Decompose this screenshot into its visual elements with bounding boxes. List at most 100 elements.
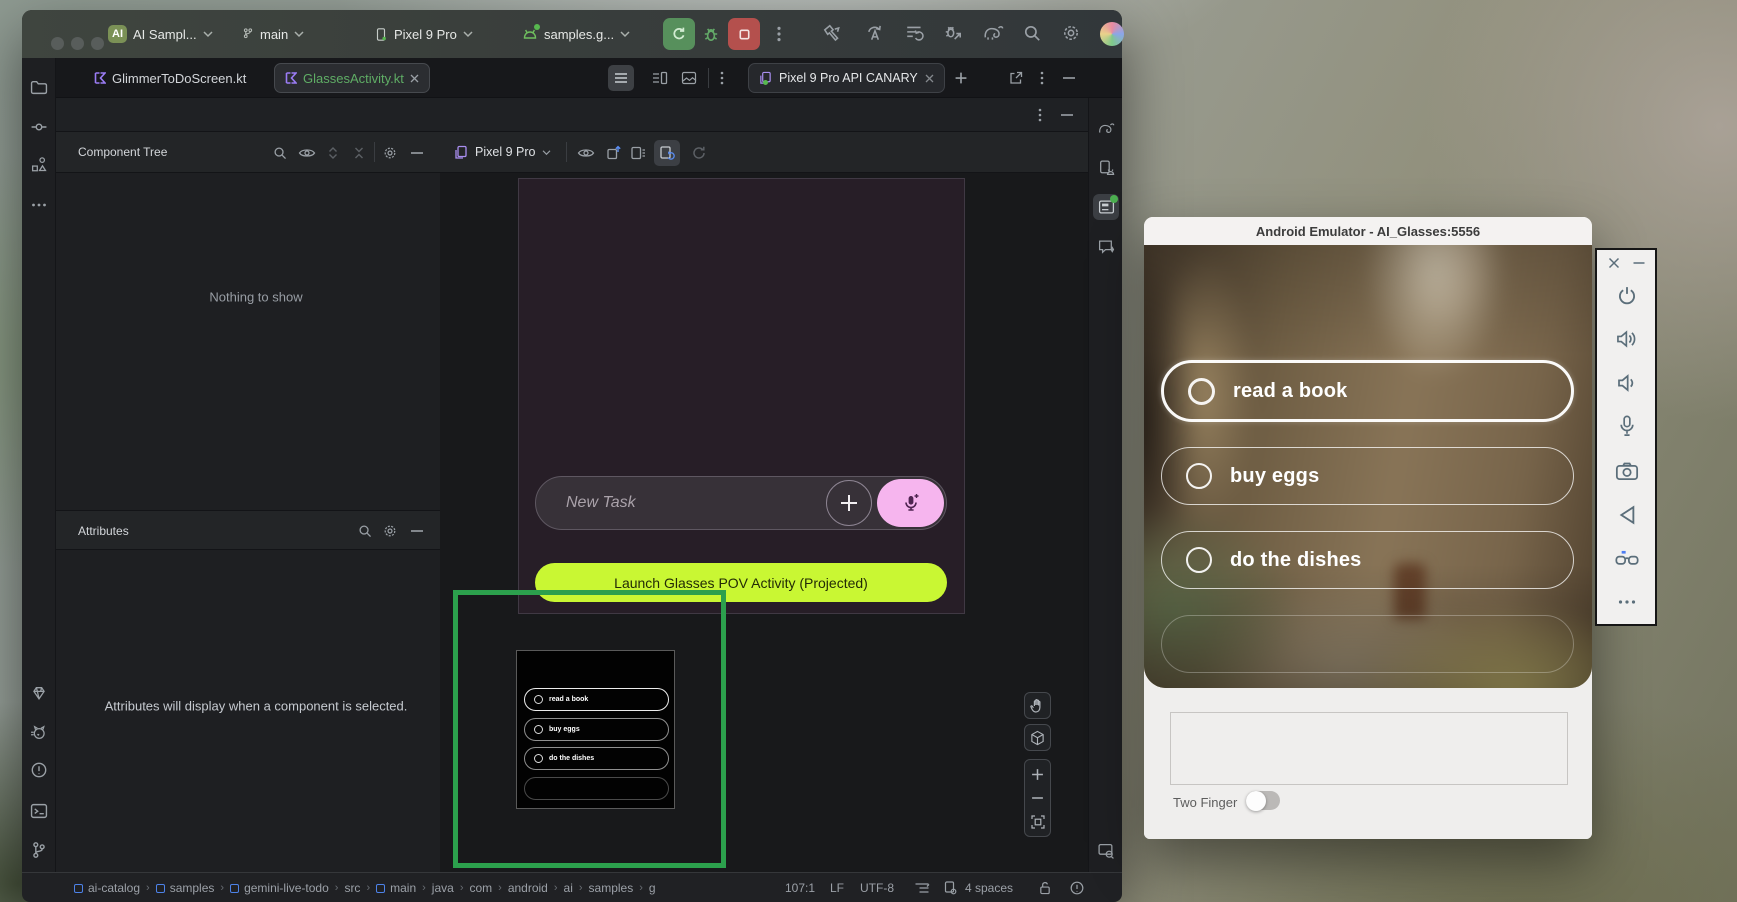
emulator-screen[interactable]: read a book buy eggs do the dishes: [1144, 245, 1592, 688]
glasses-button[interactable]: [1615, 549, 1639, 567]
pan-tool-button[interactable]: [1024, 692, 1051, 719]
collapse-all-button[interactable]: [354, 147, 365, 159]
user-avatar[interactable]: [1100, 22, 1124, 46]
hide-tree-button[interactable]: [411, 152, 423, 155]
open-in-window-button[interactable]: [1009, 71, 1024, 86]
hide-attributes-button[interactable]: [411, 530, 423, 533]
emulator-close-button[interactable]: [1609, 258, 1620, 269]
breadcrumb-item[interactable]: samples: [589, 881, 634, 895]
tree-settings-button[interactable]: [382, 145, 398, 161]
breadcrumb-item[interactable]: src: [344, 881, 360, 895]
zoom-fit-button[interactable]: [1031, 815, 1045, 829]
todo-item[interactable]: do the dishes: [1161, 531, 1574, 589]
touchpad-area[interactable]: [1170, 712, 1568, 785]
rerun-button[interactable]: [663, 18, 695, 50]
running-devices-tab[interactable]: Pixel 9 Pro API CANARY: [748, 63, 945, 93]
version-control-tool-button[interactable]: [32, 842, 47, 859]
zoom-out-button[interactable]: [1031, 796, 1044, 800]
live-updates-toggle[interactable]: [654, 140, 680, 166]
breadcrumb-item[interactable]: main: [390, 881, 416, 895]
terminal-tool-button[interactable]: [31, 803, 48, 819]
radio-icon[interactable]: [1186, 547, 1212, 573]
tree-view-options-button[interactable]: [299, 147, 316, 160]
hide-panel-button[interactable]: [1061, 114, 1073, 117]
debug-button[interactable]: [702, 25, 720, 43]
readonly-lock-button[interactable]: [1039, 881, 1052, 895]
settings-button[interactable]: [1061, 23, 1081, 43]
radio-icon[interactable]: [1186, 463, 1212, 489]
two-finger-toggle[interactable]: [1246, 791, 1280, 810]
camera-button[interactable]: [1616, 461, 1639, 481]
add-task-button[interactable]: [826, 480, 872, 526]
close-icon[interactable]: [925, 74, 934, 83]
indent-size[interactable]: 4 spaces: [965, 881, 1013, 895]
zoom-in-button[interactable]: [1031, 768, 1044, 781]
indent-config-button[interactable]: [915, 882, 930, 894]
problems-indicator[interactable]: [1070, 881, 1085, 896]
breadcrumb-item[interactable]: gemini-live-todo: [244, 881, 329, 895]
close-window-button[interactable]: [51, 37, 64, 50]
stop-button[interactable]: [728, 18, 760, 50]
breadcrumb[interactable]: ai-catalog› samples› gemini-live-todo› s…: [74, 873, 656, 902]
inspected-device-selector[interactable]: Pixel 9 Pro: [454, 142, 551, 162]
app-insights-tool-button[interactable]: [31, 686, 48, 701]
device-screen-preview[interactable]: [518, 178, 965, 614]
hide-devices-button[interactable]: [1063, 77, 1075, 80]
emulator-power-button[interactable]: [1617, 286, 1638, 307]
volume-up-button[interactable]: [1616, 330, 1638, 349]
todo-item-selected[interactable]: read a book: [1161, 360, 1574, 422]
voice-input-button[interactable]: [877, 479, 944, 527]
project-tool-button[interactable]: [31, 80, 48, 95]
breadcrumb-item[interactable]: com: [469, 881, 492, 895]
expand-all-button[interactable]: [328, 147, 339, 159]
sync-tasks-button[interactable]: [905, 23, 925, 43]
add-device-button[interactable]: [955, 72, 968, 85]
tab-glimmertodoscreen[interactable]: GlimmerToDoScreen.kt: [84, 63, 256, 93]
microphone-button[interactable]: [1618, 415, 1636, 437]
back-button[interactable]: [1619, 505, 1636, 525]
apply-changes-button[interactable]: [865, 23, 885, 43]
panel-kebab-menu[interactable]: [1038, 107, 1042, 123]
snapshot-export-button[interactable]: [606, 145, 622, 161]
volume-down-button[interactable]: [1617, 374, 1637, 393]
search-everywhere-button[interactable]: [1022, 23, 1042, 43]
maximize-window-button[interactable]: [91, 37, 104, 50]
split-view-button[interactable]: [652, 71, 668, 85]
emulator-target-selector[interactable]: samples.g...: [522, 24, 630, 44]
minimize-window-button[interactable]: [71, 37, 84, 50]
preview-image-button[interactable]: [682, 71, 697, 85]
tabbar-kebab-menu[interactable]: [720, 70, 724, 86]
build-button[interactable]: [822, 23, 842, 43]
attributes-search-button[interactable]: [358, 524, 373, 539]
refresh-button[interactable]: [691, 145, 707, 161]
close-icon[interactable]: [410, 74, 419, 83]
caret-position[interactable]: 107:1: [785, 881, 815, 895]
device-manager-button[interactable]: [1098, 160, 1115, 177]
breadcrumb-item[interactable]: samples: [170, 881, 215, 895]
attributes-settings-button[interactable]: [382, 523, 398, 539]
gemini-chat-button[interactable]: [1098, 239, 1115, 256]
breadcrumb-item[interactable]: android: [508, 881, 548, 895]
gradle-tool-button[interactable]: [1097, 121, 1116, 137]
attach-debugger-button[interactable]: [943, 23, 963, 43]
running-devices-tool-button[interactable]: [1098, 843, 1115, 860]
more-options-button[interactable]: [1618, 600, 1636, 605]
breadcrumb-item[interactable]: g: [649, 881, 656, 895]
tab-glassesactivity[interactable]: GlassesActivity.kt: [274, 63, 430, 93]
problems-tool-button[interactable]: [31, 762, 48, 779]
devices-kebab-menu[interactable]: [1040, 70, 1044, 86]
line-separator[interactable]: LF: [830, 881, 844, 895]
radio-icon[interactable]: [1188, 378, 1215, 405]
export-layout-button[interactable]: [630, 145, 646, 161]
emulator-minimize-button[interactable]: [1634, 262, 1645, 265]
file-encoding[interactable]: UTF-8: [860, 881, 894, 895]
todo-item[interactable]: buy eggs: [1161, 447, 1574, 505]
toolbar-kebab-menu[interactable]: [774, 25, 784, 43]
run-device-selector[interactable]: Pixel 9 Pro: [374, 24, 473, 44]
breadcrumb-item[interactable]: java: [432, 881, 454, 895]
layout-inspector-tool-button[interactable]: [1093, 194, 1119, 220]
view-options-button[interactable]: [578, 147, 595, 160]
list-view-button[interactable]: [608, 65, 634, 91]
structure-tool-button[interactable]: [31, 157, 48, 174]
rotate-3d-view-button[interactable]: [1024, 724, 1051, 751]
